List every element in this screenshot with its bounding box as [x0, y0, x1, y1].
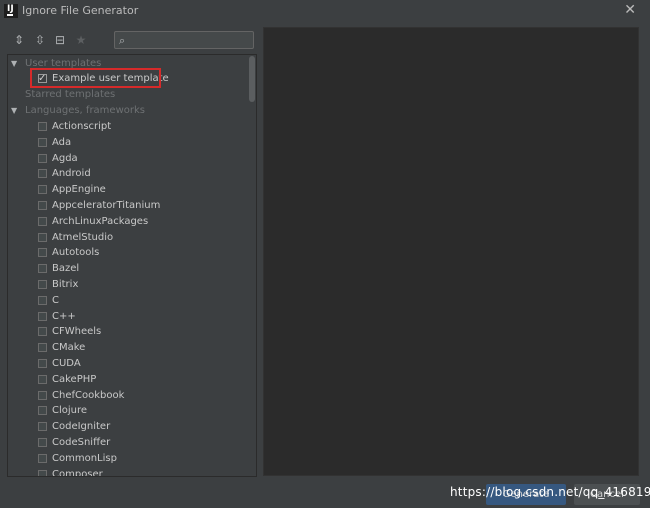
item-label: Bitrix [52, 279, 79, 290]
item-label: Ada [52, 136, 72, 148]
star-icon[interactable]: ★ [74, 33, 88, 47]
tree-item[interactable]: Composer [38, 467, 238, 477]
item-label: CakePHP [52, 373, 97, 385]
group-label: Starred templates [25, 89, 116, 100]
tree-item[interactable]: CodeIgniter [38, 419, 238, 435]
tree-item[interactable]: CakePHP [38, 372, 238, 388]
tree-item[interactable]: CommonLisp [38, 451, 238, 467]
item-label: C [52, 294, 59, 306]
checkbox[interactable] [38, 248, 47, 258]
checkbox[interactable] [38, 438, 47, 447]
collapse-all-icon[interactable]: ⇳ [33, 33, 47, 47]
tree-item[interactable]: CUDA [38, 356, 238, 372]
expand-arrow-icon[interactable]: ▼ [11, 103, 17, 119]
scrollbar[interactable] [249, 56, 255, 102]
checkbox[interactable] [38, 390, 47, 400]
window-title: Ignore File Generator [22, 4, 139, 17]
item-label: Composer [52, 468, 103, 477]
item-label: CommonLisp [52, 452, 117, 464]
languages-group[interactable]: ▼ Languages, frameworks [11, 103, 211, 119]
highlight-box [30, 68, 161, 88]
item-label: ChefCookbook [52, 389, 125, 401]
item-label: Clojure [52, 405, 88, 417]
item-label: CodeSniffer [52, 437, 111, 448]
expand-all-icon[interactable]: ⇕ [12, 33, 26, 47]
tree-item[interactable]: AppEngine [38, 182, 238, 198]
tree-item[interactable]: Android [38, 166, 238, 182]
tree-item[interactable]: CFWheels [38, 324, 238, 340]
search-input[interactable]: ⌕ [114, 31, 254, 49]
checkbox[interactable] [38, 232, 47, 242]
tree-item[interactable]: ArchLinuxPackages [38, 214, 238, 230]
checkbox[interactable] [38, 137, 47, 147]
item-label: AtmelStudio [52, 231, 114, 243]
checkbox[interactable] [38, 469, 47, 476]
item-label: AppceleratorTitanium [52, 200, 161, 211]
tree-item[interactable]: Agda [38, 151, 238, 167]
item-label: C++ [52, 310, 76, 322]
expand-arrow-icon[interactable]: ▼ [11, 56, 17, 72]
item-label: CUDA [52, 358, 81, 369]
tree-item[interactable]: CMake [38, 340, 238, 356]
tree-item[interactable]: AppceleratorTitanium [38, 198, 238, 214]
item-label: Autotools [52, 247, 100, 259]
checkbox[interactable] [38, 422, 47, 432]
item-label: Android [52, 168, 91, 180]
checkbox[interactable] [38, 295, 47, 305]
checkbox[interactable] [38, 327, 47, 337]
checkbox[interactable] [38, 343, 47, 353]
checkbox[interactable] [38, 374, 47, 384]
tree-item[interactable]: Actionscript [38, 119, 238, 135]
item-label: CMake [52, 342, 86, 354]
checkbox[interactable] [38, 153, 47, 163]
checkbox[interactable] [38, 185, 47, 195]
template-tree: ▼ User templates Example user template S… [7, 54, 257, 477]
search-icon: ⌕ [119, 34, 126, 47]
item-label: Bazel [52, 263, 80, 275]
checkbox[interactable] [38, 169, 47, 179]
checkbox[interactable] [38, 264, 47, 274]
checkbox[interactable] [38, 311, 47, 321]
checkbox[interactable] [38, 280, 47, 289]
preview-editor[interactable] [263, 27, 639, 476]
tree-item[interactable]: C [38, 293, 238, 309]
checkbox[interactable] [38, 122, 47, 131]
item-label: ArchLinuxPackages [52, 215, 149, 227]
checkbox[interactable] [38, 406, 47, 416]
watermark: https://blog.csdn.net/qq_41681965 [450, 485, 650, 499]
tree-item[interactable]: Clojure [38, 403, 238, 419]
item-label: CFWheels [52, 326, 102, 338]
minus-box-icon[interactable]: ⊟ [53, 33, 67, 47]
tree-item[interactable]: Bazel [38, 261, 238, 277]
title-bar: IJ Ignore File Generator ✕ [0, 0, 650, 22]
checkbox[interactable] [38, 216, 47, 226]
tree-item[interactable]: ChefCookbook [38, 388, 238, 404]
tree-item[interactable]: CodeSniffer [38, 435, 238, 451]
tree-item[interactable]: C++ [38, 309, 238, 325]
checkbox[interactable] [38, 359, 47, 368]
checkbox[interactable] [38, 201, 47, 210]
item-label: Agda [52, 152, 78, 164]
starred-templates-group[interactable]: Starred templates [25, 87, 185, 103]
tree-item[interactable]: Ada [38, 135, 238, 151]
close-icon[interactable]: ✕ [624, 2, 636, 18]
item-label: AppEngine [52, 184, 106, 196]
tree-item[interactable]: Autotools [38, 245, 238, 261]
checkbox[interactable] [38, 453, 47, 463]
tree-item[interactable]: Bitrix [38, 277, 238, 293]
group-label: Languages, frameworks [25, 105, 145, 116]
tree-item[interactable]: AtmelStudio [38, 230, 238, 246]
item-label: Actionscript [52, 121, 112, 132]
intellij-app-icon: IJ [4, 4, 18, 18]
item-label: CodeIgniter [52, 421, 111, 433]
